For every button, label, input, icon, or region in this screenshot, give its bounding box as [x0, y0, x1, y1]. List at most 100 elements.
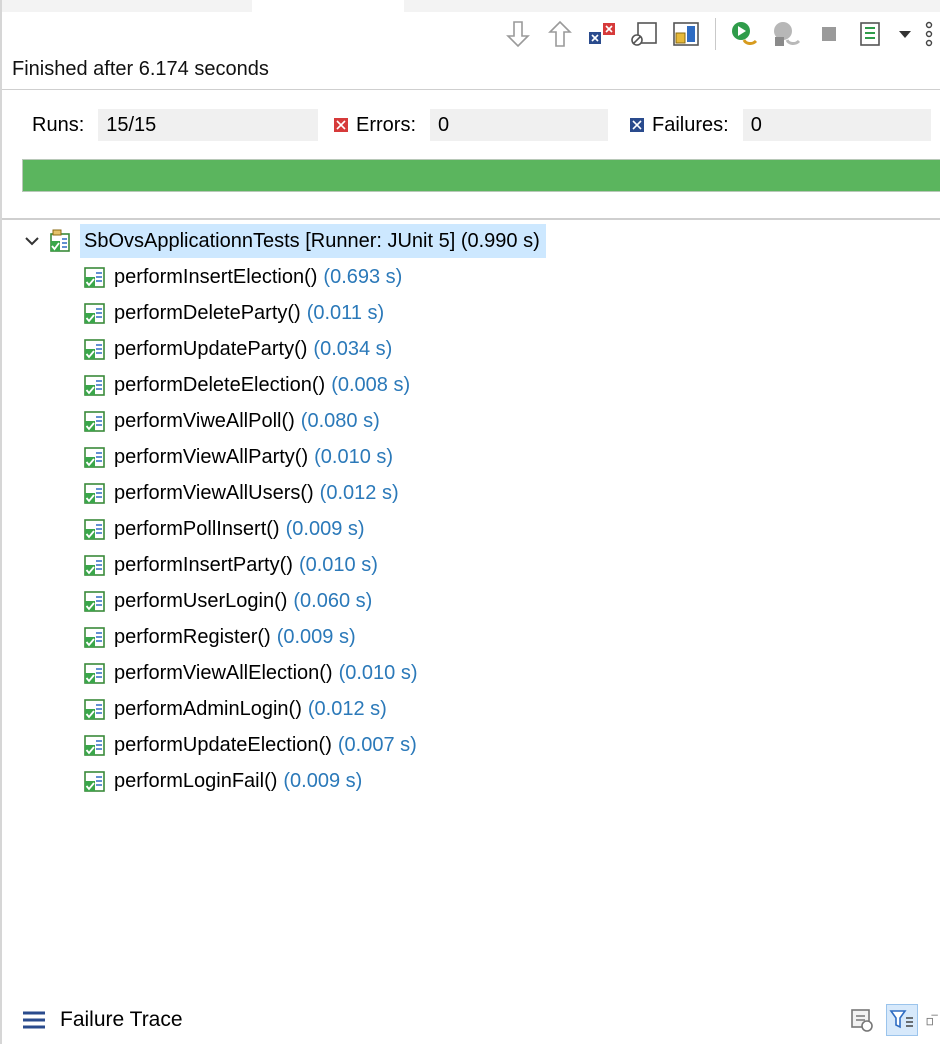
copy-trace-button[interactable] [926, 1004, 940, 1036]
test-name: performDeleteElection() [114, 373, 326, 396]
stop-icon [822, 27, 836, 41]
failures-filter-icon [589, 23, 615, 44]
test-pass-icon [84, 447, 105, 468]
failures-counter: Failures: 0 [630, 108, 931, 142]
test-pass-icon [84, 663, 105, 684]
test-case-row[interactable]: performViewAllParty() (0.010 s) [82, 440, 393, 474]
test-case-row[interactable]: performInsertParty() (0.010 s) [82, 548, 378, 582]
layout-button[interactable] [669, 17, 703, 51]
test-case-row[interactable]: performDeleteParty() (0.011 s) [82, 296, 384, 330]
test-duration: (0.009 s) [283, 769, 363, 792]
runs-counter: Runs: 15/15 [14, 108, 334, 142]
tab-strip [2, 0, 940, 12]
test-case-row[interactable]: performInsertElection() (0.693 s) [82, 260, 402, 294]
test-duration: (0.007 s) [337, 733, 417, 756]
test-case-row[interactable]: performViweAllPoll() (0.080 s) [82, 404, 380, 438]
test-case-row[interactable]: performUpdateParty() (0.034 s) [82, 332, 392, 366]
failure-trace-bar: Failure Trace [0, 998, 940, 1044]
runs-label: Runs: [32, 113, 85, 136]
error-icon [334, 118, 348, 132]
test-case-row[interactable]: performViewAllElection() (0.010 s) [82, 656, 418, 690]
test-duration: (0.012 s) [319, 481, 399, 504]
divider [2, 89, 940, 90]
test-pass-icon [84, 735, 105, 756]
scroll-lock-button[interactable] [627, 17, 661, 51]
rerun-test-button[interactable] [728, 17, 762, 51]
test-pass-icon [84, 771, 105, 792]
test-suite-pass-icon [50, 229, 70, 252]
caret-down-icon [899, 31, 911, 38]
active-tab-gap [252, 0, 404, 12]
history-dropdown-button[interactable] [896, 17, 914, 51]
more-vertical-icon [925, 21, 933, 47]
test-name: performViewAllElection() [114, 661, 333, 684]
test-duration: (0.012 s) [307, 697, 387, 720]
errors-value: 0 [430, 109, 608, 141]
test-pass-icon [84, 555, 105, 576]
test-duration: (0.693 s) [323, 265, 403, 288]
test-case-row[interactable]: performLoginFail() (0.009 s) [82, 764, 362, 798]
view-menu-button[interactable] [922, 17, 936, 51]
test-name: performRegister() [114, 625, 271, 648]
test-name: performPollInsert() [114, 517, 280, 540]
test-case-row[interactable]: performViewAllUsers() (0.012 s) [82, 476, 399, 510]
counters-panel: Runs: 15/15 Errors: 0 Failures: 0 [14, 108, 940, 142]
view-left-border [0, 0, 2, 1044]
chevron-down-icon[interactable] [22, 231, 42, 251]
finished-status: Finished after 6.174 seconds [12, 58, 269, 80]
errors-label: Errors: [356, 113, 416, 136]
previous-failure-button[interactable] [543, 17, 577, 51]
show-failures-only-button[interactable] [585, 17, 619, 51]
test-pass-icon [84, 375, 105, 396]
divider [2, 218, 940, 220]
test-pass-icon [84, 591, 105, 612]
rerun-icon [732, 22, 758, 45]
test-pass-icon [84, 267, 105, 288]
stop-button[interactable] [812, 17, 846, 51]
layout-lock-icon [673, 22, 699, 46]
test-name: performAdminLogin() [114, 697, 302, 720]
filter-icon [889, 1010, 913, 1029]
test-duration: (0.010 s) [338, 661, 418, 684]
test-duration: (0.009 s) [285, 517, 365, 540]
arrow-down-icon [506, 21, 530, 48]
test-duration: (0.010 s) [314, 445, 394, 468]
test-name: performViewAllUsers() [114, 481, 314, 504]
next-failure-button[interactable] [501, 17, 535, 51]
failures-value: 0 [742, 109, 931, 141]
test-name: performUpdateElection() [114, 733, 332, 756]
test-case-row[interactable]: performAdminLogin() (0.012 s) [82, 692, 387, 726]
rerun-failed-first-button[interactable] [770, 17, 804, 51]
test-duration: (0.080 s) [300, 409, 380, 432]
test-case-row[interactable]: performUserLogin() (0.060 s) [82, 584, 372, 618]
test-pass-icon [84, 699, 105, 720]
test-pass-icon [84, 519, 105, 540]
test-name: performViewAllParty() [114, 445, 309, 468]
test-case-row[interactable]: performRegister() (0.009 s) [82, 620, 356, 654]
history-list-icon [860, 22, 880, 46]
failure-trace-label: Failure Trace [60, 1008, 183, 1031]
test-name: performInsertElection() [114, 265, 318, 288]
progress-bar [22, 159, 940, 192]
compare-result-button[interactable] [846, 1004, 878, 1036]
filter-stack-trace-button[interactable] [886, 1004, 918, 1036]
test-case-row[interactable]: performPollInsert() (0.009 s) [82, 512, 365, 546]
arrow-up-icon [548, 20, 572, 47]
test-duration: (0.009 s) [276, 625, 356, 648]
test-case-row[interactable]: performDeleteElection() (0.008 s) [82, 368, 410, 402]
test-name: performLoginFail() [114, 769, 278, 792]
test-case-row[interactable]: performUpdateElection() (0.007 s) [82, 728, 417, 762]
test-duration: (0.034 s) [313, 337, 393, 360]
scroll-lock-icon [631, 22, 657, 46]
toolbar-separator [715, 18, 716, 50]
errors-counter: Errors: 0 [334, 108, 630, 142]
test-name: performUpdateParty() [114, 337, 308, 360]
test-history-button[interactable] [854, 17, 888, 51]
failure-trace-icon [23, 1011, 45, 1029]
test-pass-icon [84, 303, 105, 324]
test-duration: (0.010 s) [298, 553, 378, 576]
tree-root-row[interactable]: SbOvsApplicationnTests [Runner: JUnit 5]… [22, 224, 546, 258]
test-name: performViweAllPoll() [114, 409, 295, 432]
test-duration: (0.011 s) [306, 301, 385, 324]
failure-trace-actions [846, 1004, 940, 1036]
